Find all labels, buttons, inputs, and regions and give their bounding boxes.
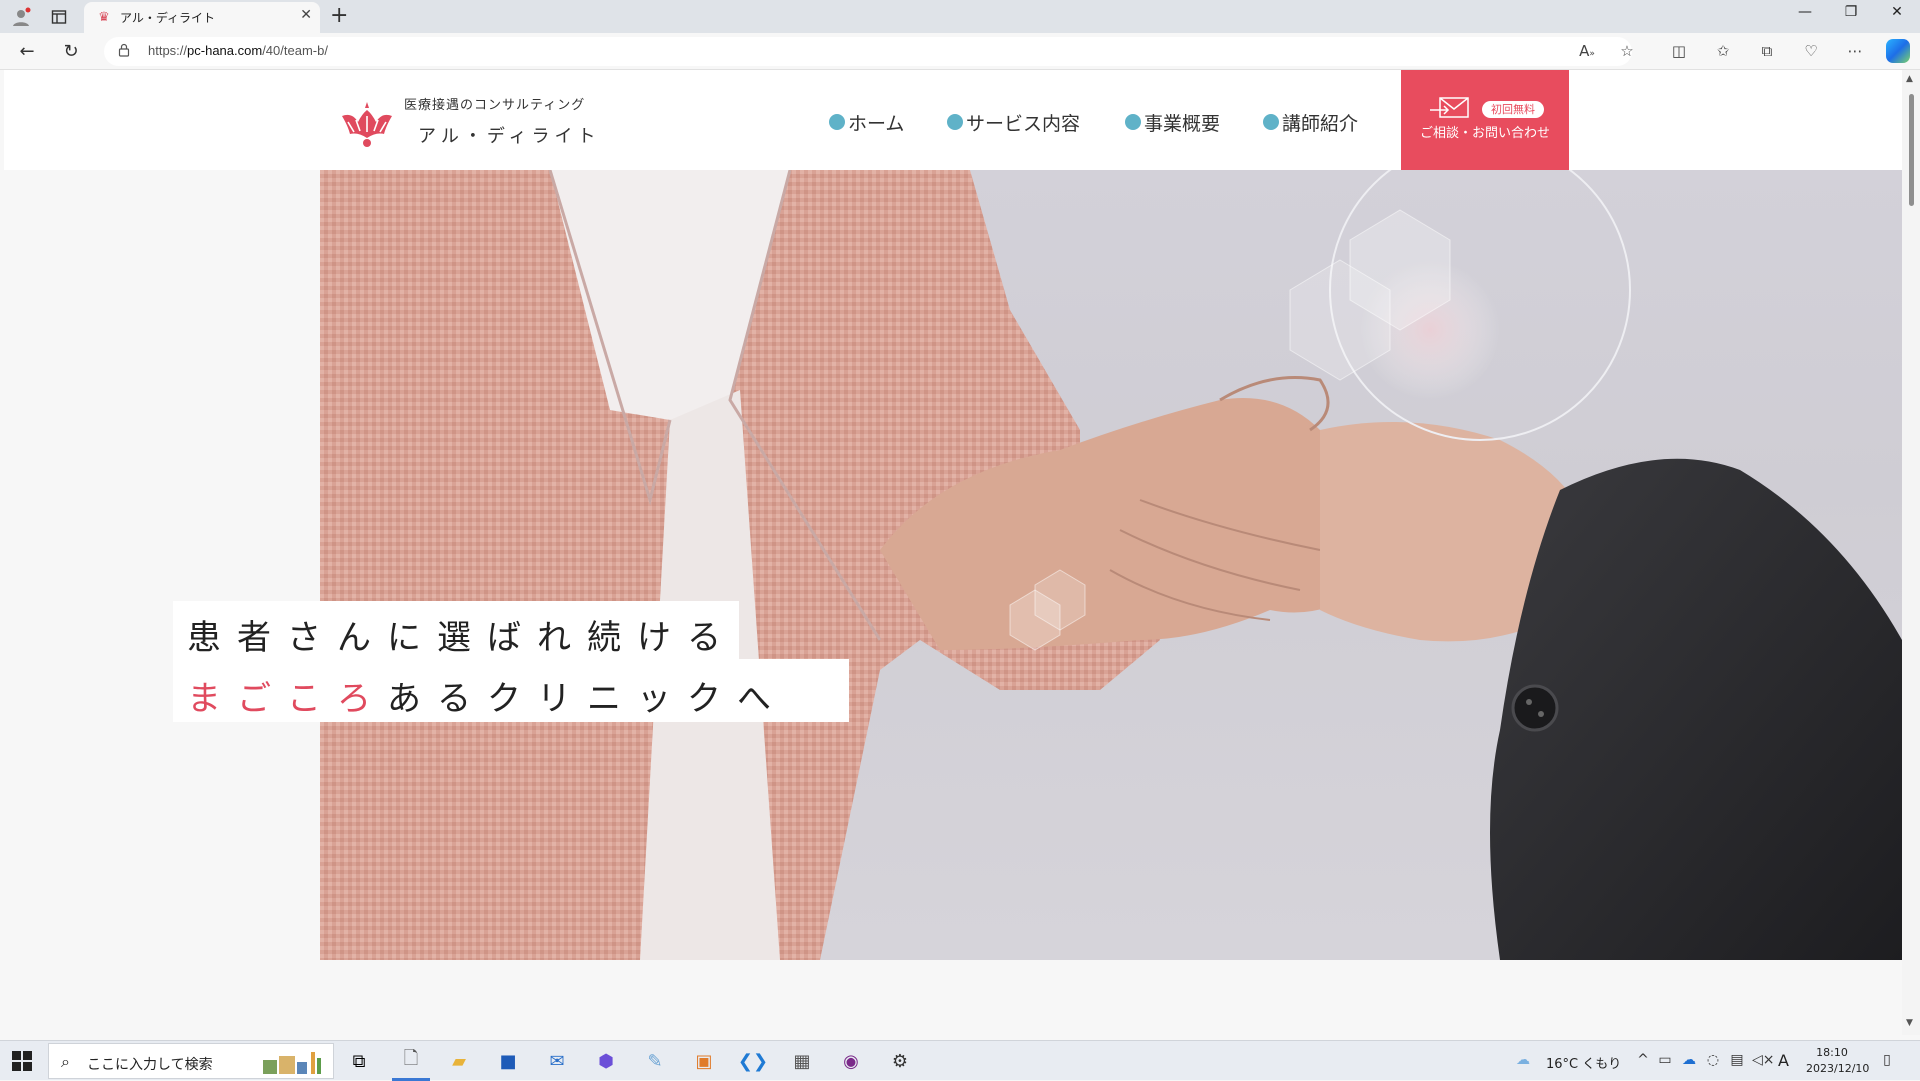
network-icon[interactable]: ▤: [1728, 1052, 1746, 1068]
tab-active[interactable]: ♛ アル・ディライト ✕: [84, 2, 320, 33]
site-header: 医療接遇のコンサルティング アル・ディライト ホーム サービス内容 事業概要 講…: [4, 70, 1902, 170]
tab-actions-icon[interactable]: [48, 6, 70, 28]
address-bar: ← ↻ https://pc-hana.com/40/team-b/ A» ☆ …: [0, 33, 1920, 70]
page-scrollbar[interactable]: ▲ ▼: [1902, 70, 1920, 1035]
nav-label: ホーム: [848, 112, 905, 135]
nav-label: サービス内容: [966, 112, 1081, 135]
store-app-icon[interactable]: ■: [494, 1047, 522, 1075]
url-field[interactable]: https://pc-hana.com/40/team-b/: [104, 37, 1632, 66]
refresh-icon[interactable]: ↻: [58, 39, 84, 65]
clock-time: 18:10: [1816, 1046, 1848, 1059]
read-aloud-icon[interactable]: A»: [1576, 42, 1598, 60]
hero-image: [320, 170, 1902, 960]
ime-indicator[interactable]: A: [1778, 1051, 1789, 1070]
nav-home[interactable]: ホーム: [829, 110, 905, 135]
copilot-icon[interactable]: [1886, 39, 1910, 63]
notepad-app-icon[interactable]: 🗋: [397, 1047, 425, 1075]
contact-button[interactable]: 初回無料 ご相談・お問い合わせ: [1401, 70, 1569, 170]
notification-icon[interactable]: ▯: [1878, 1052, 1896, 1068]
calculator-app-icon[interactable]: ▦: [788, 1047, 816, 1075]
file-explorer-icon[interactable]: ▰: [445, 1047, 473, 1075]
tagline-rest: あるクリニックへ: [387, 679, 787, 719]
tab-close-icon[interactable]: ✕: [300, 7, 312, 23]
onedrive-icon[interactable]: ☁: [1680, 1052, 1698, 1068]
favorite-star-icon[interactable]: ☆: [1616, 42, 1638, 60]
paint-app-icon[interactable]: ✎: [641, 1047, 669, 1075]
cloud-outline-icon[interactable]: ◌: [1704, 1052, 1722, 1068]
logo-name[interactable]: アル・ディライト: [418, 122, 601, 148]
windows-start-icon[interactable]: [12, 1051, 32, 1071]
tagline-line-1: 患者さんに選ばれ続ける: [187, 618, 737, 658]
mail-icon: [1430, 97, 1470, 119]
new-tab-button[interactable]: +: [330, 3, 348, 28]
web-page: 医療接遇のコンサルティング アル・ディライト ホーム サービス内容 事業概要 講…: [4, 70, 1902, 1035]
search-icon: ⌕: [61, 1052, 70, 1071]
nav-label: 講師紹介: [1282, 112, 1359, 135]
mail-app-icon[interactable]: ✉: [543, 1047, 571, 1075]
nav-bullet-icon: [1125, 114, 1141, 130]
site-favicon-icon: ♛: [98, 10, 110, 25]
clock-date: 2023/12/10: [1806, 1062, 1870, 1075]
browser-essentials-icon[interactable]: ♡: [1800, 42, 1822, 60]
vscode-app-icon[interactable]: ❮❯: [738, 1047, 768, 1075]
show-hidden-icons-chevron-icon[interactable]: ^: [1634, 1052, 1652, 1068]
weather-text[interactable]: 16°C くもり: [1546, 1053, 1621, 1072]
weather-cloud-icon[interactable]: ☁: [1514, 1052, 1532, 1068]
hero-illustration: [320, 170, 1902, 960]
lock-icon: [118, 43, 130, 60]
url-text: https://pc-hana.com/40/team-b/: [148, 43, 328, 58]
favorites-icon[interactable]: ✩: [1712, 42, 1734, 60]
nav-bullet-icon: [1263, 114, 1279, 130]
back-arrow-icon[interactable]: ←: [14, 39, 40, 65]
nav-label: 事業概要: [1144, 112, 1221, 135]
clock[interactable]: 18:10 2023/12/10: [1806, 1045, 1870, 1077]
speaker-muted-icon[interactable]: ◁×: [1752, 1052, 1775, 1068]
meet-icon[interactable]: ▭: [1656, 1052, 1674, 1068]
app-hexagon-icon[interactable]: ⬢: [592, 1047, 620, 1075]
tagline-accent: まごころ: [187, 679, 387, 719]
search-placeholder: ここに入力して検索: [87, 1057, 213, 1073]
media-app-icon[interactable]: ▣: [690, 1047, 718, 1075]
taskbar: ⌕ ここに入力して検索 ⧉ 🗋 ▰ ■ ✉ ⬢ ✎ ▣ ❮❯ ▦ ◉ ⚙ ☁ 1…: [0, 1040, 1920, 1081]
tab-bar: ♛ アル・ディライト ✕ + — ❐ ✕: [0, 0, 1920, 33]
more-menu-icon[interactable]: ⋯: [1844, 42, 1866, 60]
scroll-down-arrow-icon[interactable]: ▼: [1906, 1018, 1913, 1028]
nav-services[interactable]: サービス内容: [947, 110, 1081, 135]
minimize-button[interactable]: —: [1782, 4, 1828, 20]
logo-crown-icon[interactable]: [338, 100, 396, 148]
scroll-up-arrow-icon[interactable]: ▲: [1906, 74, 1913, 84]
nav-bullet-icon: [829, 114, 845, 130]
nav-instructors[interactable]: 講師紹介: [1263, 110, 1359, 135]
search-highlight-image: [259, 1050, 329, 1076]
scroll-thumb[interactable]: [1909, 94, 1914, 206]
tagline-line-2: まごころあるクリニックへ: [187, 671, 787, 720]
task-view-icon[interactable]: ⧉: [345, 1047, 373, 1075]
split-screen-icon[interactable]: ◫: [1668, 42, 1690, 60]
free-badge: 初回無料: [1482, 101, 1544, 118]
logo-subtitle: 医療接遇のコンサルティング: [404, 98, 586, 113]
restore-button[interactable]: ❐: [1828, 4, 1874, 20]
close-window-button[interactable]: ✕: [1874, 4, 1920, 20]
nav-business[interactable]: 事業概要: [1125, 110, 1221, 135]
profile-icon[interactable]: [10, 6, 32, 28]
taskbar-search[interactable]: ⌕ ここに入力して検索: [48, 1043, 334, 1079]
settings-gear-icon[interactable]: ⚙: [886, 1047, 914, 1075]
app-circle-icon[interactable]: ◉: [837, 1047, 865, 1075]
tab-title: アル・ディライト: [120, 11, 216, 25]
nav-bullet-icon: [947, 114, 963, 130]
collections-icon[interactable]: ⧉: [1756, 42, 1778, 60]
contact-label: ご相談・お問い合わせ: [1419, 126, 1550, 141]
